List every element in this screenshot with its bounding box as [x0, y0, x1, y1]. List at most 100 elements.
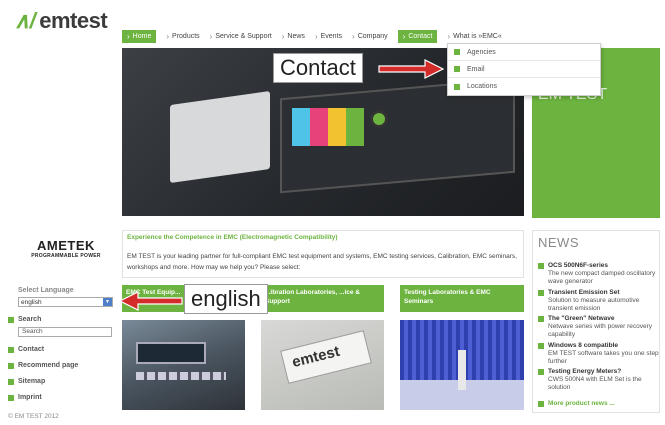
news-item-title: Testing Energy Meters? [548, 368, 622, 375]
nav-item-contact[interactable]: › Contact [397, 30, 438, 43]
news-item-title: Transient Emission Set [548, 289, 620, 296]
chevron-right-icon: › [281, 32, 285, 41]
language-select[interactable]: english ▼ [18, 297, 113, 307]
emtest-logo-text: emtest [39, 8, 108, 33]
card-title: ...ibration Laboratories, ...ice & Suppo… [265, 289, 360, 305]
contact-dropdown-menu: Agencies Email Locations [447, 43, 601, 96]
nav-item-service-support[interactable]: › Service & Support [210, 32, 272, 41]
chevron-right-icon: › [352, 32, 355, 41]
language-label: Select Language [18, 287, 74, 294]
bullet-icon [8, 346, 14, 353]
nav-item-label: Products [172, 33, 200, 40]
news-item-title: Windows 8 compatible [548, 342, 619, 349]
dropdown-item-locations[interactable]: Locations [448, 78, 600, 95]
hero-device-knob [370, 110, 388, 128]
chevron-right-icon: › [402, 32, 406, 41]
bullet-icon [538, 263, 544, 269]
news-item-desc: The new compact damped oscillatory wave … [548, 270, 656, 285]
bullet-icon [538, 316, 544, 322]
sidebar-link-label: Imprint [18, 394, 42, 401]
nav-item-label: Contact [408, 33, 433, 40]
news-item-desc: Solution to measure automotive transient… [548, 297, 640, 312]
sidebar-link-sitemap[interactable]: Sitemap [8, 378, 45, 385]
more-product-news-label: More product news ... [548, 400, 615, 407]
card-calibration-heading[interactable]: ...ibration Laboratories, ...ice & Suppo… [261, 285, 384, 312]
card-image-calibration[interactable]: emtest [261, 320, 384, 410]
sidebar-link-label: Contact [18, 346, 45, 353]
news-title: NEWS [538, 235, 579, 250]
ametek-subtitle: PROGRAMMABLE POWER [31, 253, 101, 259]
nav-item-news[interactable]: › News [282, 32, 305, 41]
device-display [136, 342, 206, 364]
sidebar-link-imprint[interactable]: Imprint [8, 394, 42, 401]
news-item-desc: Netwave series with power recovery capab… [548, 323, 653, 338]
chevron-down-icon[interactable]: ▼ [103, 298, 112, 306]
screen-tile [328, 108, 346, 146]
nav-item-label: News [287, 33, 305, 40]
nav-item-what-is-emc[interactable]: › What is »EMC« [447, 32, 501, 41]
bullet-icon [538, 400, 544, 407]
nav-item-label: Company [357, 33, 388, 40]
sidebar-link-contact[interactable]: Contact [8, 346, 44, 353]
news-item-title: OCS 500N6F-series [548, 262, 608, 269]
card-image-test-equipment[interactable] [122, 320, 245, 410]
ametek-brand: AMETEK [37, 238, 95, 253]
card-image-testing-laboratory[interactable] [400, 320, 524, 410]
search-input[interactable]: Search [18, 327, 112, 337]
chevron-right-icon: › [166, 32, 170, 41]
news-item[interactable]: Windows 8 compatible EM TEST software ta… [538, 342, 660, 366]
contact-callout: Contact [273, 53, 363, 83]
card-testing-laboratories-heading[interactable]: Testing Laboratories & EMC Seminars [400, 285, 524, 312]
device-buttons [136, 372, 226, 380]
bullet-icon [454, 49, 460, 55]
screen-tile [310, 108, 328, 146]
sidebar-link-label: Sitemap [18, 378, 46, 385]
bullet-icon [538, 343, 544, 349]
bullet-icon [538, 290, 544, 296]
news-item-desc: CWS 500N4 with ELM Set is the solution [548, 376, 642, 391]
nav-item-label: Events [320, 33, 343, 40]
main-nav: › Home › Products › Service & Support › … [122, 30, 512, 43]
dropdown-item-label: Locations [467, 83, 497, 90]
dropdown-item-email[interactable]: Email [448, 61, 600, 78]
sidebar-link-label: Recommend page [18, 362, 79, 369]
dropdown-item-agencies[interactable]: Agencies [448, 44, 600, 61]
chevron-right-icon: › [209, 32, 213, 41]
emtest-logo-mark: ∧/ [14, 8, 36, 33]
bullet-icon [8, 394, 14, 401]
dropdown-item-label: Agencies [467, 48, 496, 56]
news-item[interactable]: OCS 500N6F-series The new compact damped… [538, 262, 660, 286]
nav-item-company[interactable]: › Company [352, 32, 388, 41]
nav-item-products[interactable]: › Products [166, 32, 199, 41]
nav-item-home[interactable]: › Home [122, 30, 157, 43]
red-arrow-left-icon [118, 291, 183, 311]
news-item[interactable]: The "Green" Netwave Netwave series with … [538, 315, 660, 339]
news-item[interactable]: Testing Energy Meters? CWS 500N4 with EL… [538, 368, 660, 392]
more-product-news-link[interactable]: More product news ... [538, 400, 615, 407]
chevron-right-icon: › [447, 32, 451, 41]
hero-device-left [170, 90, 270, 184]
emtest-logo[interactable]: ∧/ emtest [14, 8, 108, 34]
nav-item-label: Service & Support [215, 33, 272, 40]
bullet-icon [454, 66, 460, 72]
hero-device-screen [292, 108, 364, 146]
chevron-right-icon: › [314, 32, 318, 41]
screen-tile [292, 108, 310, 146]
sidebar-link-search[interactable]: Search [8, 316, 41, 323]
bullet-icon [454, 83, 460, 90]
english-callout: english [184, 284, 268, 314]
sidebar-link-recommend-page[interactable]: Recommend page [8, 362, 78, 369]
news-item[interactable]: Transient Emission Set Solution to measu… [538, 289, 660, 313]
lab-equipment [458, 350, 466, 390]
card-title: Testing Laboratories & EMC Seminars [404, 289, 491, 305]
screen-tile [346, 108, 364, 146]
bullet-icon [538, 369, 544, 375]
news-item-desc: EM TEST software takes you one step furt… [548, 350, 659, 365]
dropdown-item-label: Email [467, 65, 485, 73]
ametek-logo[interactable]: AMETEK PROGRAMMABLE POWER [20, 238, 112, 259]
card-image-brand: emtest [290, 342, 342, 372]
nav-item-events[interactable]: › Events [315, 32, 342, 41]
news-item-title: The "Green" Netwave [548, 315, 615, 322]
device-label-panel: emtest [280, 330, 372, 384]
bullet-icon [8, 316, 14, 323]
